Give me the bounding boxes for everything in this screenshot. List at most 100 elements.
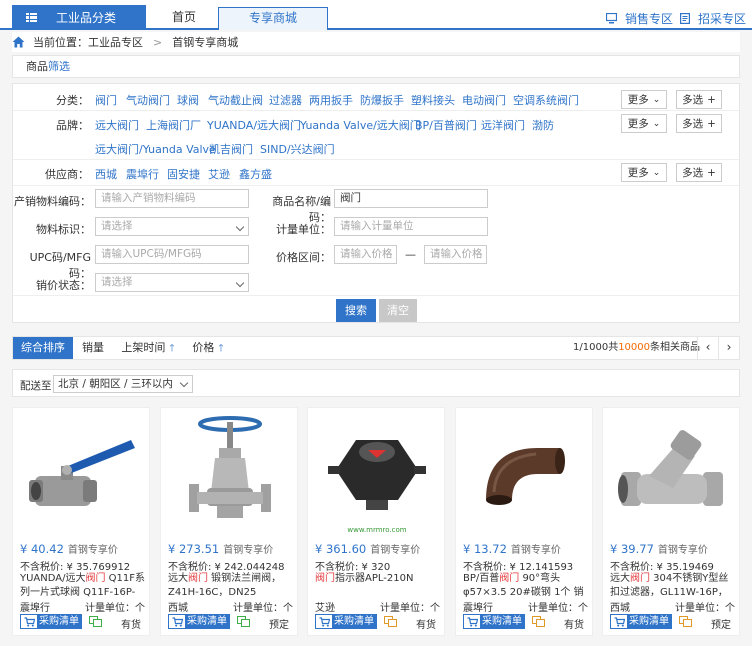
price-range-label: 价格区间： [276,251,331,264]
top-nav: 工业品分类 首页 专享商城 销售专区 招采专区 [0,0,752,30]
prev-page-button[interactable]: ‹ [697,337,718,359]
compare-icon[interactable] [532,616,545,627]
brand-more-button[interactable]: 更多 ⌄ [621,114,667,133]
category-option[interactable]: 阀门 [95,92,117,108]
supplier-option[interactable]: 震埠行 [126,166,159,182]
add-to-purchase-list-button[interactable]: 采购清单 [463,614,525,629]
price-max-input[interactable]: 请输入价格 [424,245,487,264]
plus-icon: + [707,117,716,130]
tab-exclusive-mall[interactable]: 专享商城 [218,7,328,30]
brand-option[interactable]: BP/百普阀门 [415,117,477,133]
supplier-option[interactable]: 艾逊 [208,166,230,182]
add-to-purchase-list-button[interactable]: 采购清单 [20,614,82,629]
product-card[interactable]: www.mrmro.com ¥ 361.60 首钢专享价 不含税价: ¥ 320 … [307,407,445,636]
product-price-excl-tax: 不含税价: ¥ 35.19469 [610,562,714,573]
compare-icon[interactable] [237,616,250,627]
brand-option[interactable]: 远大阀门 [95,117,139,133]
sale-status-placeholder: 请选择 [101,276,133,288]
product-card[interactable]: ¥ 13.72 首钢专享价 不含税价: ¥ 12.141593 BP/百普阀门 9… [455,407,593,636]
category-option[interactable]: 电动阀门 [462,92,506,108]
category-multi-button[interactable]: 多选 + [676,90,722,109]
brand-option[interactable]: YUANDA/远大阀门 [207,117,301,133]
category-option[interactable]: 球阀 [177,92,199,108]
divider [13,185,739,186]
product-name[interactable]: 阀门指示器APL-210N [315,572,441,599]
price-min-input[interactable]: 请输入价格 [334,245,397,264]
product-name[interactable]: 远大阀门 锻钢法兰闸阀，Z41H-16C，DN25 [168,572,294,599]
bid-zone-link[interactable]: 招采专区 [680,10,746,27]
more-label: 更多 [627,94,649,106]
clear-button[interactable]: 清空 [379,299,417,322]
tab-home[interactable]: 首页 [168,8,200,30]
product-name[interactable]: BP/百普阀门 90°弯头 φ57×3.5 20#碳钢 1个 销售单位... [463,572,589,599]
category-more-button[interactable]: 更多 ⌄ [621,90,667,109]
sort-price[interactable]: 价格 🡑 [183,337,233,359]
search-button[interactable]: 搜索 [336,299,376,322]
breadcrumb-item-industrial[interactable]: 工业品专区 [88,34,143,50]
add-to-purchase-list-button[interactable]: 采购清单 [315,614,377,629]
price-label: 首钢专享价 [370,545,421,556]
supplier-name: 西城 [168,603,188,614]
total-prefix: 共 [608,342,619,353]
delivery-region-select[interactable]: 北京 / 朝阳区 / 三环以内 [53,375,193,393]
delivery-bar: 配送至 北京 / 朝阳区 / 三环以内 [12,369,740,397]
sort-sales[interactable]: 销量 [73,337,113,359]
supplier-more-button[interactable]: 更多 ⌄ [621,163,667,182]
product-card[interactable]: ¥ 39.77 首钢专享价 不含税价: ¥ 35.19469 远大阀门 304不锈… [602,407,740,636]
brand-option[interactable]: SIND/兴达阀门 [260,141,335,157]
supplier-option[interactable]: 鑫方盛 [239,166,272,182]
category-option[interactable]: 两用扳手 [309,92,353,108]
compare-icon[interactable] [384,616,397,627]
product-price: ¥ 39.77 首钢专享价 [610,541,708,556]
name-part: BP/百普 [463,573,500,584]
category-menu-button[interactable]: 工业品分类 [12,5,146,30]
gate-valve-image [189,416,271,518]
product-name-input[interactable]: 阀门 [334,189,488,208]
category-option[interactable]: 气动阀门 [126,92,170,108]
category-option[interactable]: 气动截止阀 [208,92,263,108]
brand-option[interactable]: 凯吉阀门 [209,141,253,157]
chevron-right-icon: › [726,340,732,354]
sort-listing-time[interactable]: 上架时间 🡑 [113,337,183,359]
supplier-label: 供应商： [45,168,89,181]
chevron-down-icon: ⌄ [652,167,661,178]
stock-status: 有货 [564,620,584,631]
add-to-purchase-list-button[interactable]: 采购清单 [610,614,672,629]
valve-position-indicator-image: www.mrmro.com [328,440,426,534]
sort-comprehensive[interactable]: 综合排序 [13,337,73,359]
supplier-multi-button[interactable]: 多选 + [676,163,722,182]
brand-option[interactable]: 远洋阀门 [481,117,525,133]
brand-option[interactable]: 远大阀门/Yuanda Valve [95,141,216,157]
product-name[interactable]: 远大阀门 304不锈钢Y型丝扣过滤器，GL11W-16P，D... [610,572,736,599]
product-name[interactable]: YUANDA/远大阀门 Q11F系列一片式球阀 Q11F-16P-DN25 [20,572,146,599]
category-option[interactable]: 防爆扳手 [360,92,404,108]
material-tag-select[interactable]: 请选择 [95,217,249,236]
product-price: ¥ 40.42 首钢专享价 [20,541,118,556]
brand-option[interactable]: 渤防 [532,117,554,133]
purchase-list-label: 采购清单 [332,615,376,628]
plus-icon: + [707,166,716,179]
product-price-excl-tax: 不含税价: ¥ 242.044248 [168,562,285,573]
unit-input[interactable]: 请输入计量单位 [334,217,488,236]
category-option[interactable]: 空调系统阀门 [513,92,579,108]
compare-icon[interactable] [89,616,102,627]
compare-icon[interactable] [679,616,692,627]
sale-status-select[interactable]: 请选择 [95,273,249,292]
product-card[interactable]: ¥ 40.42 首钢专享价 不含税价: ¥ 35.769912 YUANDA/远大… [12,407,150,636]
product-price-excl-tax: 不含税价: ¥ 320 [315,562,391,573]
home-icon[interactable] [12,36,25,48]
add-to-purchase-list-button[interactable]: 采购清单 [168,614,230,629]
brand-multi-button[interactable]: 多选 + [676,114,722,133]
brand-option[interactable]: 上海阀门厂 [146,117,201,133]
category-option[interactable]: 过滤器 [269,92,302,108]
name-keyword: 阀门 [315,573,335,584]
product-card[interactable]: ¥ 273.51 首钢专享价 不含税价: ¥ 242.044248 远大阀门 锻钢… [160,407,298,636]
upc-input[interactable]: 请输入UPC码/MFG码 [95,245,249,264]
brand-option[interactable]: Yuanda Valve/远大阀门 [300,117,421,133]
mfg-code-input[interactable]: 请输入产销物料编码 [95,189,249,208]
supplier-option[interactable]: 固安捷 [167,166,200,182]
supplier-option[interactable]: 西城 [95,166,117,182]
category-option[interactable]: 塑料接头 [411,92,455,108]
next-page-button[interactable]: › [718,337,739,359]
sales-zone-link[interactable]: 销售专区 [606,10,673,27]
